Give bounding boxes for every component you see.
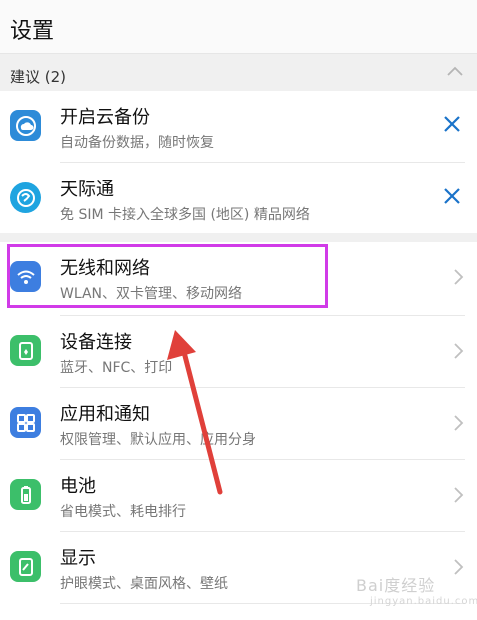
watermark-text: Bai度经验 xyxy=(356,576,436,595)
watermark: Bai度经验 jingyan.baidu.com xyxy=(356,572,477,607)
watermark-sub: jingyan.baidu.com xyxy=(370,596,477,607)
annotation-arrow xyxy=(167,330,223,495)
